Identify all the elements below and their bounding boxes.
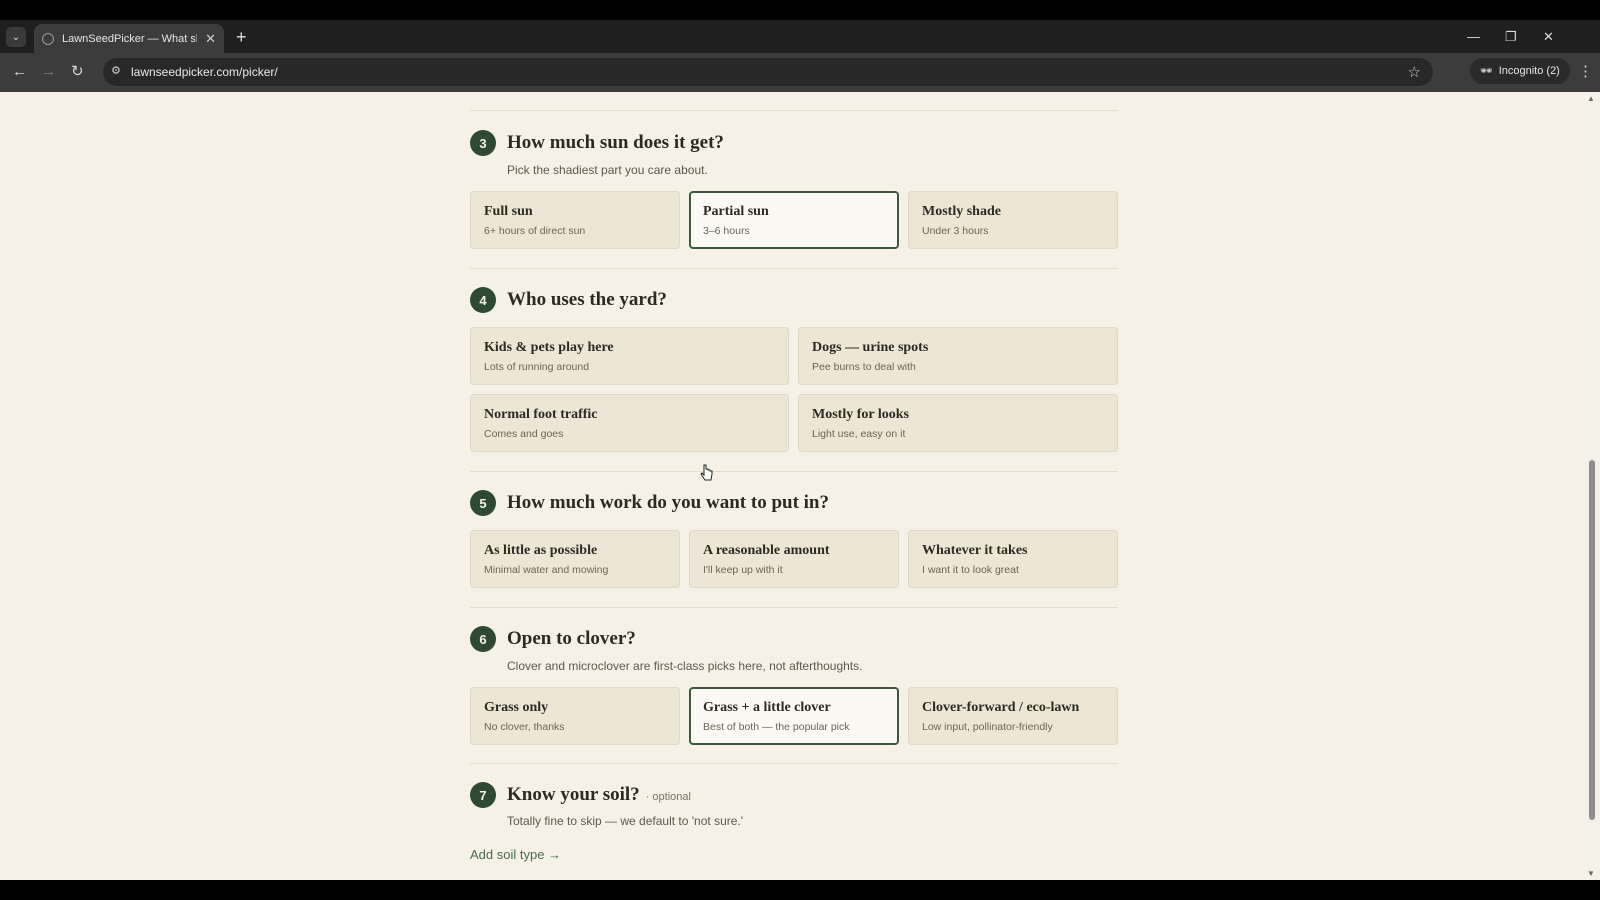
back-icon[interactable]: ← [12, 63, 27, 81]
option-title: Mostly shade [922, 204, 1001, 219]
question-4-header: 4 Who uses the yard? [470, 287, 667, 313]
option-partial-sun[interactable]: Partial sun 3–6 hours [689, 191, 899, 249]
option-dogs-urine-spots[interactable]: Dogs — urine spots Pee burns to deal wit… [798, 327, 1118, 385]
option-subtitle: Lots of running around [484, 361, 590, 373]
question-title-text: Know your soil? [507, 784, 640, 805]
close-window-icon[interactable]: ✕ [1543, 29, 1554, 45]
screen-bottom-edge [0, 880, 1600, 900]
optional-tag: · optional [645, 791, 691, 803]
option-title: Full sun [484, 204, 533, 219]
incognito-badge[interactable]: 🕶 Incognito (2) [1470, 58, 1570, 84]
option-normal-foot-traffic[interactable]: Normal foot traffic Comes and goes [470, 394, 789, 452]
option-whatever-it-takes[interactable]: Whatever it takes I want it to look grea… [908, 530, 1118, 588]
option-subtitle: Minimal water and mowing [484, 564, 609, 576]
question-5-header: 5 How much work do you want to put in? [470, 490, 829, 516]
option-subtitle: I'll keep up with it [703, 564, 783, 576]
browser-tab[interactable]: LawnSeedPicker — What should ✕ [34, 24, 224, 53]
option-title: Whatever it takes [922, 543, 1028, 558]
option-title: As little as possible [484, 543, 598, 558]
option-subtitle: Low input, pollinator-friendly [922, 721, 1053, 733]
vertical-scrollbar[interactable]: ▲ ▼ [1584, 92, 1600, 880]
address-bar[interactable]: ⚙ lawnseedpicker.com/picker/ ☆ [103, 58, 1433, 86]
question-title: How much work do you want to put in? [507, 492, 829, 513]
question-number-badge: 6 [470, 626, 496, 652]
option-grass-little-clover[interactable]: Grass + a little clover Best of both — t… [689, 687, 899, 745]
tab-list-icon[interactable]: ⌄ [6, 27, 26, 47]
option-mostly-shade[interactable]: Mostly shade Under 3 hours [908, 191, 1118, 249]
question-7-header: 7 Know your soil? · optional [470, 782, 691, 808]
section-divider [470, 763, 1118, 764]
option-full-sun[interactable]: Full sun 6+ hours of direct sun [470, 191, 680, 249]
option-title: Kids & pets play here [484, 340, 614, 355]
option-subtitle: No clover, thanks [484, 721, 565, 733]
option-kids-pets[interactable]: Kids & pets play here Lots of running ar… [470, 327, 789, 385]
option-title: Mostly for looks [812, 407, 909, 422]
forward-icon[interactable]: → [41, 63, 56, 81]
question-number-badge: 3 [470, 130, 496, 156]
option-title: Partial sun [703, 204, 769, 219]
option-subtitle: Comes and goes [484, 428, 564, 440]
option-subtitle: Under 3 hours [922, 225, 989, 237]
question-number-badge: 5 [470, 490, 496, 516]
option-reasonable-amount[interactable]: A reasonable amount I'll keep up with it [689, 530, 899, 588]
question-title: Know your soil? · optional [507, 784, 691, 806]
option-title: Grass + a little clover [703, 700, 831, 715]
minimize-icon[interactable]: — [1467, 29, 1480, 44]
option-subtitle: Best of both — the popular pick [703, 721, 850, 733]
option-grass-only[interactable]: Grass only No clover, thanks [470, 687, 680, 745]
question-number-badge: 4 [470, 287, 496, 313]
globe-icon [42, 32, 54, 45]
option-title: Clover-forward / eco-lawn [922, 700, 1080, 715]
option-title: Grass only [484, 700, 549, 715]
reload-icon[interactable]: ↻ [71, 63, 84, 81]
page-viewport: 3 How much sun does it get? Pick the sha… [0, 92, 1584, 880]
menu-kebab-icon[interactable]: ⋮ [1578, 62, 1593, 80]
close-tab-icon[interactable]: ✕ [205, 31, 216, 47]
site-info-icon[interactable]: ⚙ [111, 65, 124, 78]
question-title: Open to clover? [507, 628, 636, 649]
scroll-up-arrow-icon[interactable]: ▲ [1587, 94, 1595, 103]
section-divider [470, 110, 1118, 111]
option-subtitle: I want it to look great [922, 564, 1019, 576]
scrollbar-thumb[interactable] [1589, 460, 1595, 820]
browser-tab-bar: ⌄ LawnSeedPicker — What should ✕ + — ❐ ✕ [0, 20, 1600, 53]
section-divider [470, 268, 1118, 269]
option-title: Dogs — urine spots [812, 340, 929, 355]
hand-cursor-icon [700, 464, 713, 481]
screen-top-edge [0, 0, 1600, 20]
browser-toolbar: ← → ↻ ⚙ lawnseedpicker.com/picker/ ☆ [0, 53, 1600, 92]
option-mostly-for-looks[interactable]: Mostly for looks Light use, easy on it [798, 394, 1118, 452]
url-text[interactable]: lawnseedpicker.com/picker/ [131, 65, 278, 79]
question-subtitle: Totally fine to skip — we default to 'no… [507, 814, 744, 828]
option-subtitle: 6+ hours of direct sun [484, 225, 586, 237]
restore-icon[interactable]: ❐ [1505, 29, 1517, 45]
question-3-header: 3 How much sun does it get? [470, 130, 724, 156]
add-soil-type-link[interactable]: Add soil type → [470, 847, 561, 862]
option-title: Normal foot traffic [484, 407, 598, 422]
bookmark-star-icon[interactable]: ☆ [1408, 63, 1421, 81]
section-divider [470, 607, 1118, 608]
section-divider [470, 471, 1118, 472]
question-6-header: 6 Open to clover? [470, 626, 636, 652]
new-tab-icon[interactable]: + [236, 28, 247, 46]
option-as-little-as-possible[interactable]: As little as possible Minimal water and … [470, 530, 680, 588]
option-title: A reasonable amount [703, 543, 830, 558]
question-title: Who uses the yard? [507, 289, 667, 310]
question-subtitle: Pick the shadiest part you care about. [507, 163, 708, 177]
scroll-down-arrow-icon[interactable]: ▼ [1587, 869, 1595, 878]
incognito-label: Incognito (2) [1498, 65, 1560, 77]
option-subtitle: 3–6 hours [703, 225, 750, 237]
option-clover-forward[interactable]: Clover-forward / eco-lawn Low input, pol… [908, 687, 1118, 745]
incognito-icon: 🕶 [1480, 65, 1493, 77]
tab-title: LawnSeedPicker — What should [62, 32, 197, 45]
question-title: How much sun does it get? [507, 132, 724, 153]
question-number-badge: 7 [470, 782, 496, 808]
option-subtitle: Light use, easy on it [812, 428, 906, 440]
option-subtitle: Pee burns to deal with [812, 361, 916, 373]
question-subtitle: Clover and microclover are first-class p… [507, 659, 863, 673]
